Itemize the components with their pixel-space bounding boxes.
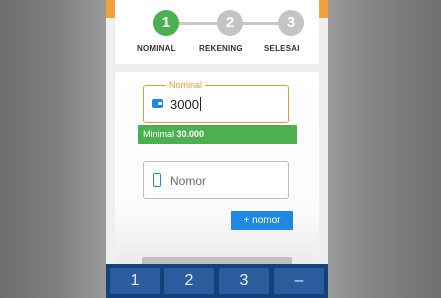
minimal-notice: Minimal 30.000 <box>138 125 297 144</box>
step-2-circle: 2 <box>217 10 243 36</box>
wallet-icon <box>152 99 163 108</box>
nominal-input[interactable]: Nominal 3000 <box>143 79 289 123</box>
key-2[interactable]: 2 <box>164 268 214 294</box>
step-connector <box>175 22 217 25</box>
nominal-legend: Nominal <box>166 79 206 91</box>
key-1[interactable]: 1 <box>110 268 160 294</box>
background-left <box>0 0 106 298</box>
header-accent-left <box>106 0 115 18</box>
step-3-label: SELESAI <box>264 44 300 53</box>
nomor-input[interactable]: Nomor <box>143 161 289 199</box>
key-3[interactable]: 3 <box>219 268 269 294</box>
step-connector <box>239 22 279 25</box>
phone-screen: 1 2 3 NOMINAL REKENING SELESAI Nominal 3… <box>106 0 328 298</box>
text-caret <box>199 97 201 111</box>
minimal-amount: 30.000 <box>176 129 205 139</box>
header-accent-right <box>319 0 328 18</box>
add-nomor-button[interactable]: + nomor <box>231 211 293 230</box>
step-1-label: NOMINAL <box>137 44 176 53</box>
key-minus[interactable]: – <box>274 268 324 294</box>
numeric-keyboard: 1 2 3 – <box>106 264 328 298</box>
background-right <box>327 0 441 298</box>
nominal-value: 3000 <box>170 97 201 112</box>
step-2-label: REKENING <box>199 44 243 53</box>
nomor-placeholder: Nomor <box>170 174 207 188</box>
form-card: Nominal 3000 Minimal 30.000 Nomor + nomo… <box>115 72 319 272</box>
step-3-circle: 3 <box>278 10 304 36</box>
step-indicator: 1 2 3 NOMINAL REKENING SELESAI <box>115 0 319 64</box>
minimal-prefix: Minimal <box>143 129 177 139</box>
phone-icon <box>153 173 161 187</box>
step-1-circle: 1 <box>153 10 179 36</box>
